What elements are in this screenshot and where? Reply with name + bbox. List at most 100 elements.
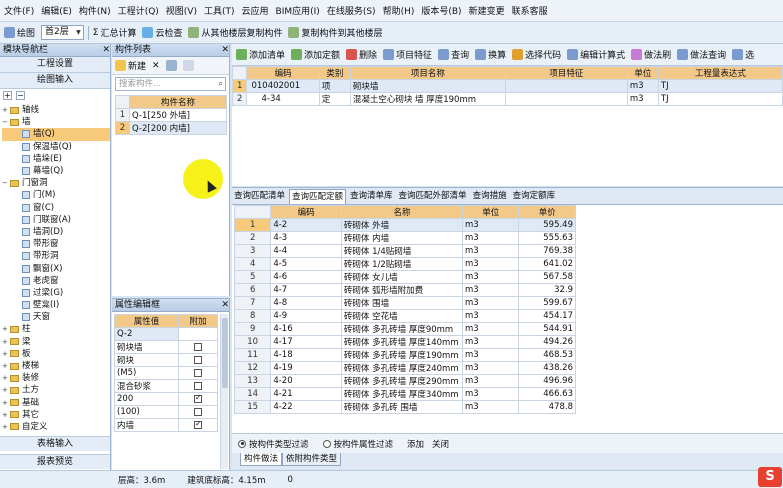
query-tab[interactable]: 查询匹配定额: [289, 189, 347, 204]
attach-checkbox[interactable]: [194, 368, 202, 377]
tab-attached-type[interactable]: 依附构件类型: [282, 453, 342, 466]
tree-item[interactable]: 窗(C): [2, 202, 110, 214]
tree-item[interactable]: 过梁(G): [2, 287, 110, 299]
cell-unit[interactable]: m3: [461, 400, 520, 414]
tree-item[interactable]: + 柱: [2, 323, 110, 335]
tree-item[interactable]: 墙洞(D): [2, 226, 110, 238]
cell-unit[interactable]: m3: [461, 309, 520, 323]
table-row[interactable]: 12 4-19 砖砌体 多孔砖墙 厚度240mm m3 438.26: [233, 361, 576, 375]
cell-name[interactable]: 砖砌体 多孔砖墙 厚度290mm: [340, 374, 463, 388]
report-preview-button[interactable]: 报表预览: [0, 454, 110, 469]
property-value[interactable]: (100): [114, 405, 179, 419]
cell-name[interactable]: 砖砌体 外墙: [340, 218, 463, 232]
tree-item[interactable]: 墙垛(E): [2, 153, 110, 165]
cell-price[interactable]: 769.38: [518, 244, 576, 258]
menu-item[interactable]: BIM应用(I): [276, 4, 320, 17]
cell-code[interactable]: 010402001: [246, 79, 320, 93]
cell-price[interactable]: 567.58: [518, 270, 576, 284]
tree-item[interactable]: 带形窗: [2, 238, 110, 250]
property-attach-cell[interactable]: [178, 405, 218, 419]
method-tool-button[interactable]: 编辑计算式: [567, 48, 625, 61]
menu-item[interactable]: 版本号(B): [421, 4, 461, 17]
cell-code[interactable]: 4-20: [270, 374, 342, 388]
cell-price[interactable]: 478.8: [518, 400, 576, 414]
project-settings-button[interactable]: 工程设置: [0, 57, 110, 73]
table-row[interactable]: 9 4-16 砖砌体 多孔砖墙 厚度90mm m3 544.91: [233, 322, 576, 336]
attach-checkbox[interactable]: [194, 407, 202, 416]
cell-name[interactable]: 砖砌体 多孔砖墙 厚度240mm: [340, 361, 463, 375]
menu-item[interactable]: 工程计(Q): [118, 4, 159, 17]
cell-unit[interactable]: m3: [461, 231, 520, 245]
tree-item[interactable]: + 轴线: [2, 104, 110, 116]
cell-unit[interactable]: m3: [461, 335, 520, 349]
cell-name[interactable]: 混凝土空心砌块 墙 厚度190mm: [349, 92, 506, 106]
table-row[interactable]: 10 4-17 砖砌体 多孔砖墙 厚度140mm m3 494.26: [233, 335, 576, 349]
tree-item[interactable]: 带形洞: [2, 250, 110, 262]
expand-icon[interactable]: +: [2, 421, 10, 433]
cell-unit[interactable]: m3: [461, 387, 520, 401]
expand-icon[interactable]: +: [2, 409, 10, 421]
tree-item[interactable]: − 门窗洞: [2, 177, 110, 189]
cell-name[interactable]: 砖砌体 围墙: [340, 296, 463, 310]
expand-icon[interactable]: +: [2, 336, 10, 348]
cell-code[interactable]: 4-19: [270, 361, 342, 375]
cell-name[interactable]: 砖砌体 多孔砖墙 厚度190mm: [340, 348, 463, 362]
close-button[interactable]: 关闭: [432, 438, 449, 450]
cell-name[interactable]: 砖砌体 1/2贴砌墙: [340, 257, 463, 271]
cell-unit[interactable]: m3: [461, 244, 520, 258]
method-tool-button[interactable]: 添加定额: [291, 48, 340, 61]
cell-unit[interactable]: m3: [626, 92, 659, 106]
cell-price[interactable]: 466.63: [518, 387, 576, 401]
menu-item[interactable]: 工具(T): [204, 4, 235, 17]
table-row[interactable]: 5 4-6 砖砌体 女儿墙 m3 567.58: [233, 270, 576, 284]
tree-item[interactable]: + 板: [2, 348, 110, 360]
tree-item[interactable]: + 梁: [2, 336, 110, 348]
property-value[interactable]: 内墙: [114, 418, 179, 432]
cell-price[interactable]: 555.63: [518, 231, 576, 245]
cell-feat[interactable]: [504, 92, 628, 106]
cell-name[interactable]: 砖砌体 多孔砖墙 厚度90mm: [340, 322, 463, 336]
cell-code[interactable]: 4-16: [270, 322, 342, 336]
method-tool-button[interactable]: 选择代码: [512, 48, 561, 61]
cell-price[interactable]: 438.26: [518, 361, 576, 375]
menu-item[interactable]: 联系客服: [512, 4, 548, 17]
cell-name[interactable]: 砖砌体 1/4贴砌墙: [340, 244, 463, 258]
floor-select[interactable]: 首2层: [41, 25, 84, 40]
cell-unit[interactable]: m3: [461, 322, 520, 336]
expand-icon[interactable]: +: [2, 104, 10, 116]
cell-price[interactable]: 641.02: [518, 257, 576, 271]
cell-price[interactable]: 494.26: [518, 335, 576, 349]
sum-calc-button[interactable]: Σ 汇总计算: [93, 26, 137, 40]
copy-from-floor-button[interactable]: 从其他楼层复制构件: [188, 26, 282, 39]
new-component-button[interactable]: 新建: [115, 59, 146, 72]
property-attach-cell[interactable]: [178, 366, 218, 380]
table-row[interactable]: 1 Q-1[250 外墙]: [115, 108, 227, 122]
cell-cat[interactable]: 定: [318, 92, 351, 106]
expand-icon[interactable]: +: [2, 372, 10, 384]
expand-icon[interactable]: +: [2, 384, 10, 396]
search-icon[interactable]: ⌕: [218, 78, 223, 90]
close-icon[interactable]: ✕: [221, 299, 229, 311]
table-row[interactable]: 7 4-8 砖砌体 围墙 m3 599.67: [233, 296, 576, 310]
cell-unit[interactable]: m3: [461, 283, 520, 297]
cell-unit[interactable]: m3: [461, 296, 520, 310]
table-row[interactable]: 3 4-4 砖砌体 1/4贴砌墙 m3 769.38: [233, 244, 576, 258]
menu-item[interactable]: 文件(F): [4, 4, 34, 17]
collapse-icon[interactable]: −: [2, 177, 10, 189]
cell-unit[interactable]: m3: [461, 348, 520, 362]
method-tool-button[interactable]: 做法刷: [631, 48, 671, 61]
menu-item[interactable]: 新建变更: [469, 4, 505, 17]
table-row[interactable]: 8 4-9 砖砌体 空花墙 m3 454.17: [233, 309, 576, 323]
cell-name[interactable]: 砖砌体 多孔砖墙 厚度140mm: [340, 335, 463, 349]
menu-item[interactable]: 在线服务(S): [327, 4, 376, 17]
menu-item[interactable]: 编辑(E): [41, 4, 72, 17]
tree-item[interactable]: 墙(Q): [2, 128, 110, 141]
cell-unit[interactable]: m3: [461, 361, 520, 375]
cell-code[interactable]: 4-3: [270, 231, 342, 245]
cell-code[interactable]: 4-22: [270, 400, 342, 414]
menu-item[interactable]: 视图(V): [166, 4, 197, 17]
tree-item[interactable]: + 基础: [2, 397, 110, 409]
property-attach-cell[interactable]: [178, 379, 218, 393]
cell-unit[interactable]: m3: [626, 79, 659, 93]
filter-by-type-radio[interactable]: 按构件类型过滤: [238, 438, 309, 450]
